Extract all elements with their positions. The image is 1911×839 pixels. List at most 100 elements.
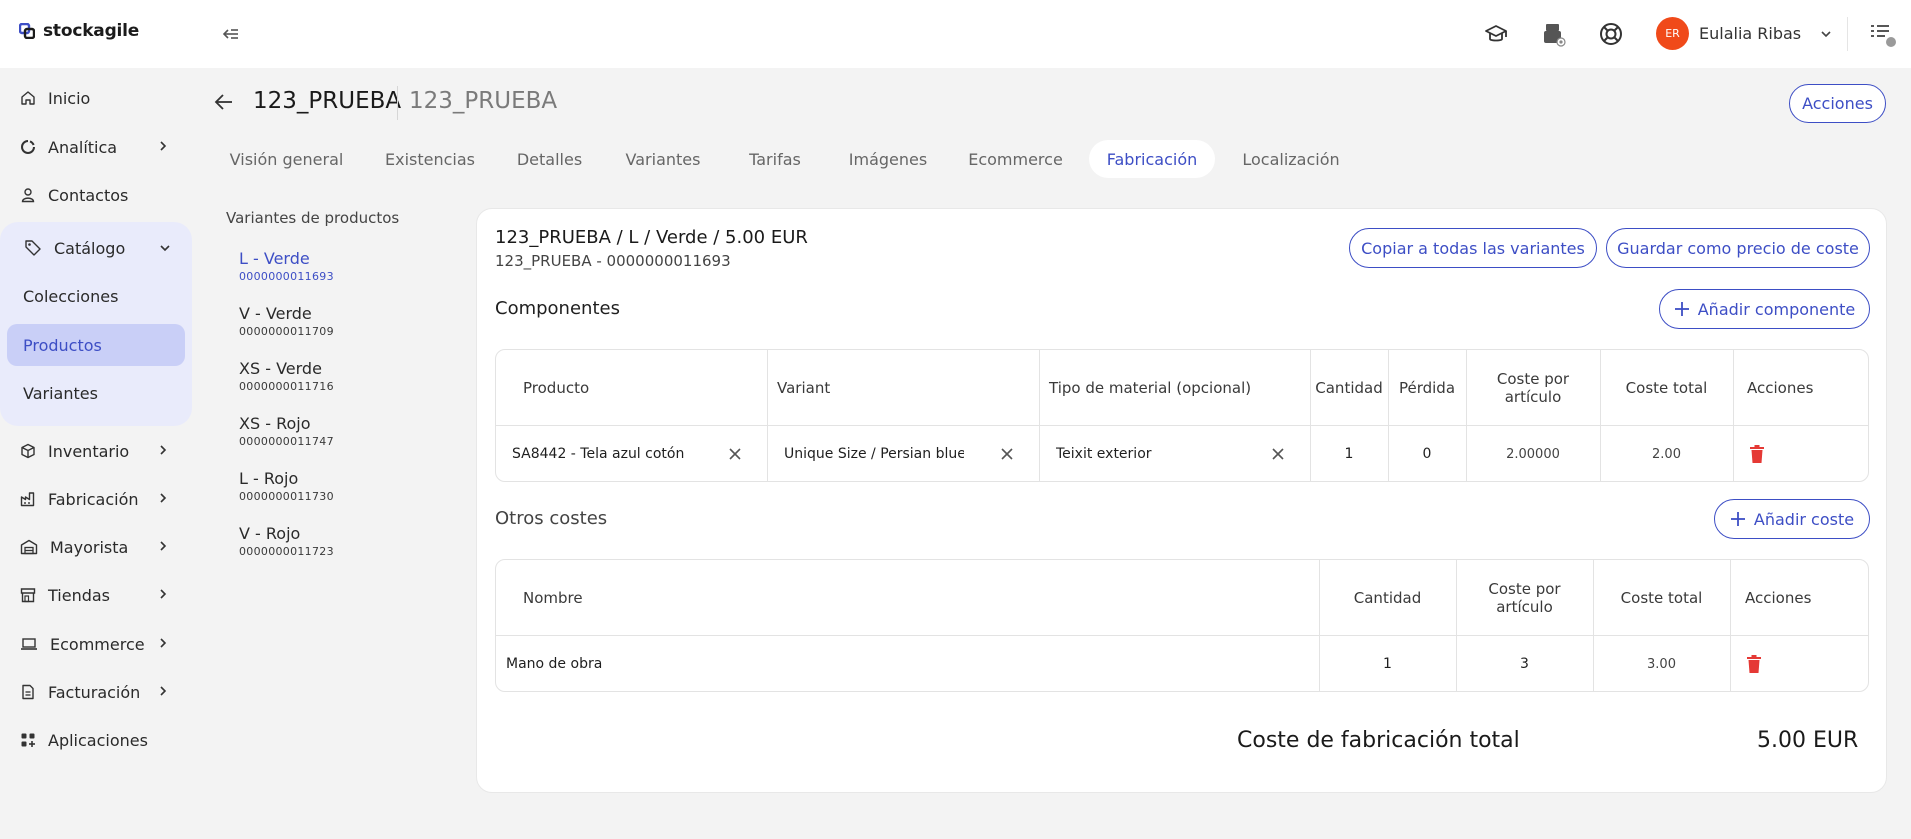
tab-existencias[interactable]: Existencias: [374, 140, 486, 178]
column-divider: [767, 350, 768, 481]
page-title: 123_PRUEBA: [253, 88, 402, 114]
component-material-field[interactable]: Teixit exterior: [1056, 426, 1256, 481]
component-total-cost: 2.00: [1652, 446, 1681, 462]
component-quantity-field[interactable]: 1: [1310, 426, 1388, 481]
total-manufacturing-cost-label: Coste de fabricación total: [1237, 728, 1520, 753]
sidebar-item-label: Facturación: [48, 682, 141, 702]
sidebar-item-catalogo[interactable]: Catálogo: [0, 228, 192, 268]
delete-cost-button[interactable]: [1743, 653, 1765, 675]
tab-variantes[interactable]: Variantes: [614, 140, 712, 178]
factory-icon: [20, 492, 35, 507]
variant-subtitle: 123_PRUEBA - 0000000011693: [495, 252, 731, 270]
analytics-icon: [21, 140, 35, 154]
sidebar-subitem-label: Variantes: [23, 383, 98, 403]
variant-title: 123_PRUEBA / L / Verde / 5.00 EUR: [495, 227, 808, 248]
cost-quantity-field[interactable]: 1: [1319, 636, 1456, 691]
box-icon: [21, 443, 35, 459]
sidebar-item-mayorista[interactable]: Mayorista: [0, 527, 192, 567]
variant-item-xs-rojo[interactable]: XS - Rojo 0000000011747: [239, 414, 419, 448]
sidebar-item-facturacion[interactable]: Facturación: [0, 672, 192, 712]
trash-icon: [1747, 655, 1761, 673]
tab-fabricacion[interactable]: Fabricación: [1089, 140, 1215, 178]
sidebar-item-analitica[interactable]: Analítica: [0, 127, 192, 167]
task-list-button[interactable]: [1866, 18, 1898, 50]
chevron-right-icon: [160, 445, 167, 455]
tab-vision-general[interactable]: Visión general: [220, 140, 353, 178]
column-header-coste-total: Coste total: [1625, 378, 1708, 397]
column-header-material: Tipo de material (opcional): [1049, 378, 1252, 397]
clear-material-button[interactable]: [1268, 444, 1288, 464]
delete-component-button[interactable]: [1746, 443, 1768, 465]
variants-heading: Variantes de productos: [226, 209, 400, 227]
sidebar-item-label: Mayorista: [50, 537, 129, 557]
column-divider: [1039, 350, 1040, 481]
variant-name: L - Verde: [239, 249, 310, 268]
sidebar-item-ecommerce[interactable]: Ecommerce: [0, 624, 192, 664]
column-header-acciones: Acciones: [1747, 378, 1814, 397]
sidebar-item-inventario[interactable]: Inventario: [0, 431, 192, 471]
collapse-sidebar-button[interactable]: [219, 22, 243, 46]
clear-variant-button[interactable]: [997, 444, 1017, 464]
chevron-right-icon: [160, 589, 167, 599]
add-component-button[interactable]: Añadir componente: [1659, 289, 1870, 329]
academy-button[interactable]: [1480, 18, 1512, 50]
variant-item-l-rojo[interactable]: L - Rojo 0000000011730: [239, 469, 419, 503]
topbar-divider: [1847, 17, 1848, 51]
sidebar-item-label: Inventario: [48, 441, 130, 461]
add-cost-label: Añadir coste: [1753, 509, 1855, 529]
app-logo[interactable]: stockagile: [19, 21, 139, 41]
apps-icon: [21, 733, 35, 747]
user-menu[interactable]: ER Eulalia Ribas: [1656, 17, 1833, 50]
user-name: Eulalia Ribas: [1699, 24, 1802, 43]
cost-name-field[interactable]: Mano de obra: [506, 636, 1206, 691]
variant-item-l-verde[interactable]: L - Verde 0000000011693: [239, 249, 419, 283]
tab-tarifas[interactable]: Tarifas: [734, 140, 816, 178]
column-divider: [1733, 350, 1734, 481]
arrow-left-icon: [214, 94, 232, 110]
lifebuoy-icon: [1600, 23, 1622, 45]
laptop-icon: [21, 638, 37, 650]
variant-item-xs-verde[interactable]: XS - Verde 0000000011716: [239, 359, 419, 393]
add-cost-button[interactable]: Añadir coste: [1714, 499, 1870, 539]
actions-button[interactable]: Acciones: [1789, 84, 1886, 123]
graduation-cap-icon: [1485, 25, 1507, 42]
sidebar-subitem-productos[interactable]: Productos: [7, 324, 185, 366]
column-header-cantidad: Cantidad: [1315, 378, 1383, 397]
sidebar-item-contactos[interactable]: Contactos: [0, 175, 192, 215]
variant-name: V - Verde: [239, 304, 312, 323]
close-icon: [1001, 448, 1013, 460]
cost-unit-cost-field[interactable]: 3: [1456, 636, 1593, 691]
component-variant-field[interactable]: Unique Size / Persian blue: [784, 426, 964, 481]
column-header-producto: Producto: [523, 378, 590, 397]
invoice-icon: [22, 684, 34, 700]
variant-item-v-rojo[interactable]: V - Rojo 0000000011723: [239, 524, 419, 558]
variant-item-v-verde[interactable]: V - Verde 0000000011709: [239, 304, 419, 338]
sidebar-item-label: Analítica: [48, 137, 118, 157]
cash-register-button[interactable]: [1538, 18, 1570, 50]
clear-product-button[interactable]: [725, 444, 745, 464]
tab-localizacion[interactable]: Localización: [1232, 140, 1350, 178]
save-as-cost-price-button[interactable]: Guardar como precio de coste: [1606, 228, 1870, 268]
sidebar-item-label: Tiendas: [48, 585, 111, 605]
page-subtitle: 123_PRUEBA: [409, 88, 558, 114]
tab-detalles[interactable]: Detalles: [507, 140, 592, 178]
sidebar-item-tiendas[interactable]: Tiendas: [0, 575, 192, 615]
chevron-down-icon: [160, 245, 170, 252]
sidebar-item-fabricacion[interactable]: Fabricación: [0, 479, 192, 519]
component-product-field[interactable]: SA8442 - Tela azul cotón: [512, 426, 722, 481]
sidebar-subitem-colecciones[interactable]: Colecciones: [7, 275, 185, 317]
sidebar-item-inicio[interactable]: Inicio: [0, 78, 192, 118]
variant-code: 0000000011693: [239, 270, 334, 283]
sidebar-item-aplicaciones[interactable]: Aplicaciones: [0, 720, 192, 760]
tab-imagenes[interactable]: Imágenes: [838, 140, 938, 178]
tab-ecommerce[interactable]: Ecommerce: [960, 140, 1071, 178]
warehouse-icon: [20, 539, 38, 555]
variant-code: 0000000011730: [239, 490, 334, 503]
component-loss-field[interactable]: 0: [1388, 426, 1466, 481]
sidebar-subitem-variantes[interactable]: Variantes: [7, 372, 185, 414]
app-name: stockagile: [43, 21, 140, 41]
back-button[interactable]: [212, 90, 236, 114]
sidebar-item-label: Catálogo: [54, 238, 126, 258]
help-button[interactable]: [1595, 18, 1627, 50]
copy-to-all-variants-button[interactable]: Copiar a todas las variantes: [1349, 228, 1597, 268]
